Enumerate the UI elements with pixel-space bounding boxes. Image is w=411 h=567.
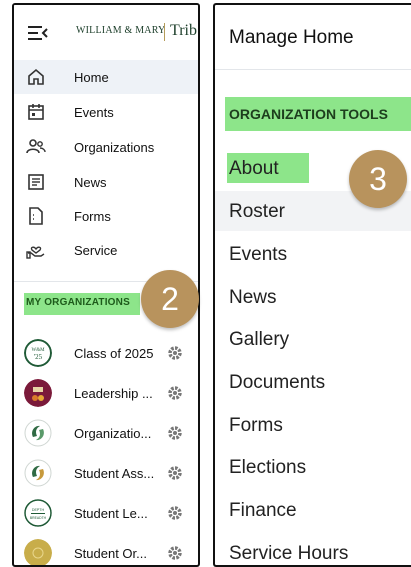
header-divider [215, 69, 411, 70]
org-name: Class of 2025 [74, 346, 154, 361]
tool-item-documents[interactable]: Documents [215, 362, 411, 402]
brand-logo-text: WILLIAM & MARY [76, 25, 166, 36]
nav-item-service[interactable]: Service [14, 233, 198, 267]
org-item-leadership[interactable]: Leadership ... [14, 373, 198, 413]
tool-item-gallery[interactable]: Gallery [215, 319, 411, 359]
tool-item-label: Roster [229, 201, 285, 222]
nav-item-organizations[interactable]: Organizations [14, 130, 198, 164]
svg-text:'25: '25 [34, 353, 43, 361]
home-icon [28, 68, 44, 85]
org-avatar [24, 379, 52, 407]
step-badge-3: 3 [349, 150, 407, 208]
nav-item-label: Home [74, 70, 109, 85]
tool-item-label: News [229, 287, 277, 308]
manage-title: Manage Home [229, 27, 354, 48]
gear-icon[interactable] [166, 544, 184, 562]
organization-tools-heading: ORGANIZATION TOOLS [229, 106, 388, 122]
calendar-icon [28, 104, 44, 120]
tool-item-events[interactable]: Events [215, 234, 411, 274]
org-name: Organizatio... [74, 426, 152, 441]
manage-panel: Manage Home ORGANIZATION TOOLS About Ros… [213, 3, 411, 567]
gear-icon[interactable] [166, 464, 184, 482]
nav-item-forms[interactable]: Forms [14, 199, 198, 233]
gear-icon[interactable] [166, 424, 184, 442]
tool-item-forms[interactable]: Forms [215, 405, 411, 445]
people-icon [26, 139, 46, 154]
tool-item-label: About [229, 158, 279, 179]
org-item-organization[interactable]: Organizatio... [14, 413, 198, 453]
org-item-student-leadership[interactable]: DEPTH BREADTH Student Le... [14, 493, 198, 533]
nav-item-label: Events [74, 105, 114, 120]
org-avatar [24, 419, 52, 447]
org-avatar [24, 459, 52, 487]
my-organizations-heading: MY ORGANIZATIONS [26, 297, 130, 308]
gear-icon[interactable] [166, 504, 184, 522]
nav-item-label: Service [74, 243, 118, 258]
news-icon [28, 174, 44, 190]
nav-item-news[interactable]: News [14, 165, 198, 199]
org-name: Student Le... [74, 506, 148, 521]
brand-suffix: Trib [170, 22, 197, 39]
org-avatar: W&M '25 [24, 339, 52, 367]
org-item-student-organization[interactable]: Student Or... [14, 533, 198, 565]
org-item-class-of-2025[interactable]: W&M '25 Class of 2025 [14, 333, 198, 373]
org-name: Leadership ... [74, 386, 153, 401]
tool-item-finance[interactable]: Finance [215, 490, 411, 530]
tool-item-label: Service Hours [229, 543, 349, 564]
org-avatar [24, 539, 52, 565]
brand-divider [164, 23, 165, 41]
sidebar-header: WILLIAM & MARY Trib [14, 5, 198, 57]
tool-item-elections[interactable]: Elections [215, 447, 411, 487]
tool-item-label: Gallery [229, 329, 290, 350]
step-badge-2: 2 [141, 270, 199, 328]
tool-item-service-hours[interactable]: Service Hours [215, 533, 411, 565]
org-name: Student Ass... [74, 466, 155, 481]
svg-text:DEPTH: DEPTH [32, 508, 45, 512]
tool-item-label: Documents [229, 372, 326, 393]
nav-item-home[interactable]: Home [14, 60, 198, 94]
org-name: Student Or... [74, 546, 147, 561]
nav-item-label: Organizations [74, 140, 155, 155]
tool-item-label: Elections [229, 457, 307, 478]
collapse-menu-icon[interactable] [28, 25, 48, 41]
gear-icon[interactable] [166, 384, 184, 402]
form-icon [29, 207, 43, 225]
nav-item-label: Forms [74, 209, 111, 224]
nav-item-label: News [74, 175, 107, 190]
svg-text:BREADTH: BREADTH [30, 516, 47, 520]
tool-item-label: Events [229, 244, 288, 265]
tool-item-label: Forms [229, 415, 283, 436]
service-hand-icon [26, 246, 45, 259]
org-avatar: DEPTH BREADTH [24, 499, 52, 527]
tool-item-news[interactable]: News [215, 277, 411, 317]
org-item-student-association[interactable]: Student Ass... [14, 453, 198, 493]
tool-item-label: Finance [229, 500, 297, 521]
gear-icon[interactable] [166, 344, 184, 362]
nav-item-events[interactable]: Events [14, 95, 198, 129]
